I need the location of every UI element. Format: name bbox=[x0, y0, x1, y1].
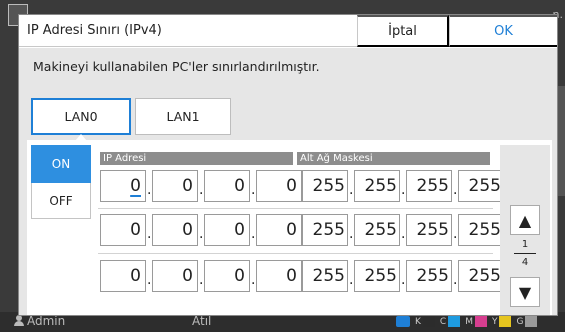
ip-octet-field[interactable]: 0 bbox=[256, 214, 302, 246]
ink-k: K bbox=[415, 316, 435, 327]
dialog-message: Makineyi kullanabilen PC'ler sınırlandır… bbox=[33, 59, 320, 74]
address-panel: ON OFF IP Adresi Alt Ağ Maskesi 0 . 0 . … bbox=[27, 140, 552, 315]
mask-octet-field[interactable]: 255 bbox=[302, 260, 348, 292]
user-icon bbox=[14, 315, 24, 326]
mask-octet-field[interactable]: 255 bbox=[354, 214, 400, 246]
mask-octet-field[interactable]: 255 bbox=[458, 214, 504, 246]
octet-separator: . bbox=[453, 226, 458, 242]
triangle-up-icon: ▲ bbox=[518, 210, 532, 230]
octet-separator: . bbox=[349, 226, 354, 242]
dialog-header: IP Adresi Sınırı (IPv4) İptal OK bbox=[19, 15, 557, 47]
octet-separator: . bbox=[147, 182, 152, 198]
octet-separator: . bbox=[199, 272, 204, 288]
octet-separator: . bbox=[251, 182, 256, 198]
cancel-button[interactable]: İptal bbox=[357, 15, 449, 47]
address-row-1: 0 . 0 . 0 . 0 255 . 255 . 255 . 255 bbox=[98, 170, 504, 208]
mask-octet-field[interactable]: 255 bbox=[406, 214, 452, 246]
ip-octet-field[interactable]: 0 bbox=[256, 170, 302, 202]
ink-g: G bbox=[516, 316, 538, 327]
row-divider bbox=[98, 208, 493, 209]
ip-octet-field[interactable]: 0 bbox=[204, 260, 250, 292]
scroll-controls: ▲ 1 4 ▼ bbox=[500, 145, 550, 315]
ip-octet-field[interactable]: 0 bbox=[152, 260, 198, 292]
octet-separator: . bbox=[251, 272, 256, 288]
mask-octet-field[interactable]: 255 bbox=[406, 170, 452, 202]
user-name: Admin bbox=[27, 314, 66, 328]
octet-separator: . bbox=[401, 226, 406, 242]
ip-restriction-dialog: IP Adresi Sınırı (IPv4) İptal OK Makiney… bbox=[18, 14, 558, 316]
mask-octet-field[interactable]: 255 bbox=[302, 170, 348, 202]
scroll-up-button[interactable]: ▲ bbox=[510, 205, 540, 235]
page-indicator: 1 4 bbox=[510, 238, 540, 274]
ip-octet-field[interactable]: 0 bbox=[100, 214, 146, 246]
dialog-body: LAN0 LAN1 ON OFF IP Adresi Alt Ağ Maskes… bbox=[19, 92, 557, 315]
page-fraction-bar bbox=[514, 253, 536, 254]
page-current: 1 bbox=[521, 239, 529, 250]
ip-octet-field[interactable]: 0 bbox=[100, 260, 146, 292]
page-total: 4 bbox=[521, 257, 529, 268]
ink-levels: K C M Y G bbox=[396, 316, 538, 327]
octet-separator: . bbox=[199, 182, 204, 198]
off-button[interactable]: OFF bbox=[31, 183, 91, 219]
ink-m: M bbox=[465, 316, 487, 327]
dialog-title: IP Adresi Sınırı (IPv4) bbox=[27, 23, 162, 38]
tab-lan1[interactable]: LAN1 bbox=[135, 98, 231, 135]
octet-separator: . bbox=[453, 272, 458, 288]
triangle-down-icon: ▼ bbox=[518, 282, 532, 302]
subnet-mask-header: Alt Ağ Maskesi bbox=[297, 152, 490, 165]
row-divider bbox=[98, 253, 493, 254]
octet-separator: . bbox=[401, 182, 406, 198]
ok-button[interactable]: OK bbox=[449, 15, 557, 47]
ip-octet-field[interactable]: 0 bbox=[256, 260, 302, 292]
background-panel-edge bbox=[557, 86, 565, 196]
octet-separator: . bbox=[147, 226, 152, 242]
address-row-2: 0 . 0 . 0 . 0 255 . 255 . 255 . 255 bbox=[98, 214, 504, 252]
octet-separator: . bbox=[453, 182, 458, 198]
address-row-3: 0 . 0 . 0 . 0 255 . 255 . 255 . 255 bbox=[98, 260, 504, 298]
scroll-down-button[interactable]: ▼ bbox=[510, 277, 540, 307]
octet-separator: . bbox=[349, 272, 354, 288]
mask-octet-field[interactable]: 255 bbox=[354, 170, 400, 202]
mask-octet-field[interactable]: 255 bbox=[458, 170, 504, 202]
ip-address-header: IP Adresi bbox=[100, 152, 293, 165]
mask-octet-field[interactable]: 255 bbox=[458, 260, 504, 292]
octet-separator: . bbox=[147, 272, 152, 288]
mask-octet-field[interactable]: 255 bbox=[406, 260, 452, 292]
user-indicator[interactable]: Admin bbox=[14, 314, 65, 328]
ink-y: Y bbox=[492, 316, 512, 327]
octet-separator: . bbox=[401, 272, 406, 288]
ip-octet-field[interactable]: 0 bbox=[204, 170, 250, 202]
machine-status: Atıl bbox=[192, 314, 212, 328]
octet-separator: . bbox=[199, 226, 204, 242]
ink-c: C bbox=[440, 316, 461, 327]
on-button[interactable]: ON bbox=[31, 145, 91, 183]
message-area: Makineyi kullanabilen PC'ler sınırlandır… bbox=[19, 48, 557, 92]
mask-octet-field[interactable]: 255 bbox=[354, 260, 400, 292]
ip-octet-field[interactable]: 0 bbox=[152, 214, 198, 246]
octet-separator: . bbox=[349, 182, 354, 198]
ip-octet-field[interactable]: 0 bbox=[204, 214, 250, 246]
ip-octet-field[interactable]: 0 bbox=[100, 170, 146, 202]
mask-octet-field[interactable]: 255 bbox=[302, 214, 348, 246]
edit-icon bbox=[396, 316, 410, 327]
ip-octet-field[interactable]: 0 bbox=[152, 170, 198, 202]
tab-lan0[interactable]: LAN0 bbox=[31, 98, 131, 135]
octet-separator: . bbox=[251, 226, 256, 242]
